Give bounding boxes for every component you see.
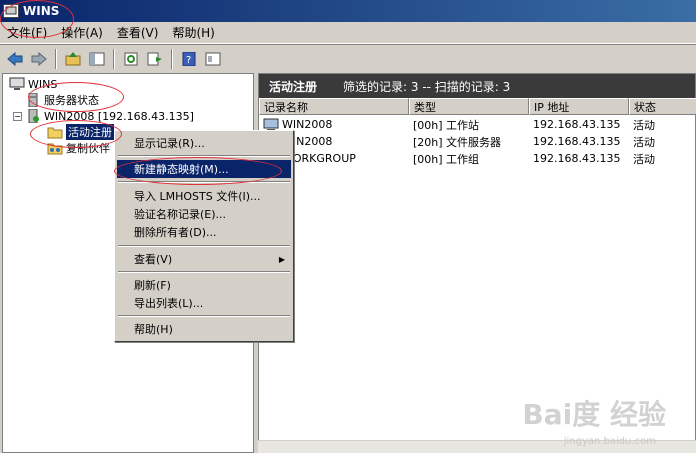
baidu-watermark-logo: Bai度 经验: [522, 398, 666, 431]
svg-text:?: ?: [186, 55, 191, 66]
record-status: 活动: [633, 135, 655, 149]
record-status: 活动: [633, 152, 655, 166]
tree-label: WIN2008 [192.168.43.135]: [44, 109, 194, 123]
record-ip: 192.168.43.135: [533, 135, 621, 148]
column-header-ip[interactable]: IP 地址: [529, 98, 629, 115]
menu-item-view-label: 查看(V): [134, 253, 173, 266]
menu-item-verify-name-records[interactable]: 验证名称记录(E)...: [117, 205, 291, 223]
menu-item-import-lmhosts[interactable]: 导入 LMHOSTS 文件(I)...: [117, 187, 291, 205]
column-header-type[interactable]: 类型: [409, 98, 529, 115]
column-header-status[interactable]: 状态: [629, 98, 696, 115]
folder-icon: [47, 125, 63, 139]
tree-item-replication-partners[interactable]: 复制伙伴: [47, 140, 110, 156]
up-icon[interactable]: [62, 48, 84, 70]
table-row[interactable]: WIN2008 [00h] 工作站 192.168.43.135 活动: [259, 116, 696, 133]
record-type: [00h] 工作站: [413, 118, 480, 132]
tree-item-server[interactable]: − WIN2008 [192.168.43.135]: [13, 108, 194, 124]
forward-icon[interactable]: [28, 48, 50, 70]
menu-separator: [118, 155, 290, 157]
server-node-icon: [25, 108, 41, 124]
replication-icon: [47, 141, 63, 155]
menu-bar: 文件(F) 操作(A) 查看(V) 帮助(H): [0, 22, 696, 44]
menu-separator: [118, 315, 290, 317]
record-ip: 192.168.43.135: [533, 118, 621, 131]
context-menu: 显示记录(R)... 新建静态映射(M)... 导入 LMHOSTS 文件(I)…: [114, 130, 294, 342]
tree-item-active-registrations[interactable]: 活动注册: [47, 124, 114, 140]
tree-label: WINS: [28, 77, 58, 91]
menu-action[interactable]: 操作(A): [54, 24, 110, 41]
collapse-icon[interactable]: −: [13, 111, 22, 121]
tree-label: 服务器状态: [44, 94, 99, 107]
title-bar: WINS: [0, 0, 696, 22]
help-icon[interactable]: ?: [178, 48, 200, 70]
baidu-watermark-url: jingyan.baidu.com: [563, 436, 656, 447]
column-header-name[interactable]: 记录名称: [259, 98, 409, 115]
menu-item-new-static-mapping[interactable]: 新建静态映射(M)...: [117, 160, 291, 178]
menu-separator: [118, 181, 290, 183]
record-status: 活动: [633, 118, 655, 132]
window-title: WINS: [23, 4, 60, 18]
tree-label: 复制伙伴: [66, 142, 110, 155]
toolbar-separator: [55, 48, 57, 69]
column-header-row: 记录名称 类型 IP 地址 状态: [259, 98, 696, 115]
back-icon[interactable]: [4, 48, 26, 70]
menu-separator: [118, 271, 290, 273]
properties-icon[interactable]: [202, 48, 224, 70]
export-icon[interactable]: [144, 48, 166, 70]
record-type: [00h] 工作组: [413, 152, 480, 166]
menu-separator: [118, 245, 290, 247]
results-filter-summary: 筛选的记录: 3 -- 扫描的记录: 3: [343, 79, 511, 94]
tree-label: 活动注册: [66, 124, 114, 140]
refresh-icon[interactable]: [120, 48, 142, 70]
menu-item-delete-owner[interactable]: 删除所有者(D)...: [117, 223, 291, 241]
menu-help[interactable]: 帮助(H): [165, 24, 221, 41]
show-hide-tree-icon[interactable]: [86, 48, 108, 70]
table-row[interactable]: WIN2008 [20h] 文件服务器 192.168.43.135 活动: [259, 133, 696, 150]
menu-item-help[interactable]: 帮助(H): [117, 320, 291, 338]
record-ip: 192.168.43.135: [533, 152, 621, 165]
table-row[interactable]: WORKGROUP [00h] 工作组 192.168.43.135 活动: [259, 150, 696, 167]
menu-item-export-list[interactable]: 导出列表(L)...: [117, 294, 291, 312]
results-title: 活动注册: [269, 79, 318, 94]
tree-item-server-status[interactable]: 服务器状态: [25, 92, 99, 108]
results-header: 活动注册 筛选的记录: 3 -- 扫描的记录: 3: [259, 74, 695, 98]
toolbar-separator: [113, 48, 115, 69]
record-type: [20h] 文件服务器: [413, 135, 502, 149]
wins-node-icon: [9, 77, 25, 91]
wins-app-icon: [3, 4, 19, 18]
menu-item-view[interactable]: 查看(V) ▶: [117, 250, 291, 268]
toolbar-separator: [171, 48, 173, 69]
menu-item-show-records[interactable]: 显示记录(R)...: [117, 134, 291, 152]
tree-item-wins[interactable]: WINS: [9, 76, 57, 92]
toolbar: ?: [0, 44, 696, 72]
menu-item-refresh[interactable]: 刷新(F): [117, 276, 291, 294]
menu-view[interactable]: 查看(V): [110, 24, 166, 41]
server-status-icon: [25, 92, 41, 108]
submenu-arrow-icon: ▶: [278, 254, 285, 264]
menu-file[interactable]: 文件(F): [0, 24, 54, 41]
